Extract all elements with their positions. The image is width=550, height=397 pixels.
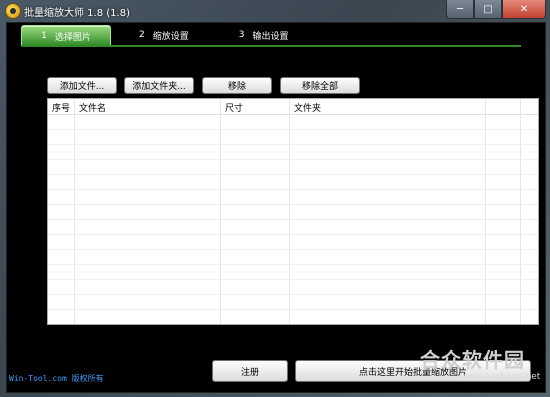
tab-label: 缩放设置 bbox=[152, 31, 189, 42]
row-divider bbox=[48, 144, 538, 145]
tab-number: 3 bbox=[238, 30, 245, 40]
tab-number: 1 bbox=[41, 31, 47, 41]
tab-select-images[interactable]: 1 选择图片 bbox=[21, 25, 111, 47]
app-logo-icon bbox=[6, 4, 20, 18]
watermark-url: www.hezhong.net bbox=[460, 372, 541, 382]
window-controls: ─ □ ✕ bbox=[446, 0, 546, 19]
tab-output-settings[interactable]: 3 输出设置 bbox=[239, 25, 289, 45]
tab-label: 选择图片 bbox=[54, 32, 91, 43]
tab-underline bbox=[21, 45, 521, 47]
column-header-folder[interactable]: 文件夹 bbox=[294, 101, 321, 114]
row-divider bbox=[48, 159, 538, 160]
column-divider bbox=[520, 99, 521, 324]
maximize-button[interactable]: □ bbox=[474, 0, 502, 19]
app-window: 批量缩放大师 1.8 (1.8) ─ □ ✕ 1 选择图片 2 缩放设置 3 输… bbox=[0, 0, 550, 397]
table-header: 序号 文件名 尺寸 文件夹 bbox=[48, 99, 538, 115]
window-title: 批量缩放大师 1.8 (1.8) bbox=[24, 8, 130, 19]
file-list-table[interactable]: 序号 文件名 尺寸 文件夹 bbox=[47, 98, 539, 325]
row-divider bbox=[48, 264, 538, 265]
row-divider bbox=[48, 129, 538, 130]
row-divider bbox=[48, 189, 538, 190]
column-divider bbox=[485, 99, 486, 324]
title-bar[interactable]: 批量缩放大师 1.8 (1.8) ─ □ ✕ bbox=[0, 0, 550, 22]
step-tabs: 1 选择图片 2 缩放设置 3 输出设置 bbox=[21, 25, 289, 47]
row-divider bbox=[48, 249, 538, 250]
row-divider bbox=[48, 294, 538, 295]
remove-button[interactable]: 移除 bbox=[202, 77, 272, 94]
copyright-text: Win-Tool.com 版权所有 bbox=[9, 374, 104, 383]
remove-all-button[interactable]: 移除全部 bbox=[280, 77, 360, 94]
register-button[interactable]: 注册 bbox=[212, 360, 288, 382]
row-divider bbox=[48, 234, 538, 235]
row-divider bbox=[48, 309, 538, 310]
add-file-button[interactable]: 添加文件... bbox=[47, 77, 117, 94]
column-divider bbox=[74, 99, 75, 324]
column-header-index[interactable]: 序号 bbox=[52, 101, 70, 114]
row-divider bbox=[48, 219, 538, 220]
watermark: 合众软件园 www.hezhong.net bbox=[420, 344, 541, 384]
column-header-size[interactable]: 尺寸 bbox=[225, 101, 243, 114]
minimize-button[interactable]: ─ bbox=[446, 0, 474, 19]
column-divider bbox=[289, 99, 290, 324]
row-divider bbox=[48, 174, 538, 175]
column-header-filename[interactable]: 文件名 bbox=[79, 101, 106, 114]
add-folder-button[interactable]: 添加文件夹... bbox=[124, 77, 194, 94]
close-button[interactable]: ✕ bbox=[502, 0, 546, 19]
row-divider bbox=[48, 279, 538, 280]
column-divider bbox=[220, 99, 221, 324]
watermark-brand: 合众软件园 bbox=[420, 348, 525, 372]
main-panel: 1 选择图片 2 缩放设置 3 输出设置 添加文件... 添加文件夹... 移除… bbox=[6, 22, 546, 393]
tab-label: 输出设置 bbox=[252, 31, 289, 42]
tab-number: 2 bbox=[139, 30, 145, 40]
row-divider bbox=[48, 204, 538, 205]
tab-resize-settings[interactable]: 2 缩放设置 bbox=[139, 25, 189, 45]
